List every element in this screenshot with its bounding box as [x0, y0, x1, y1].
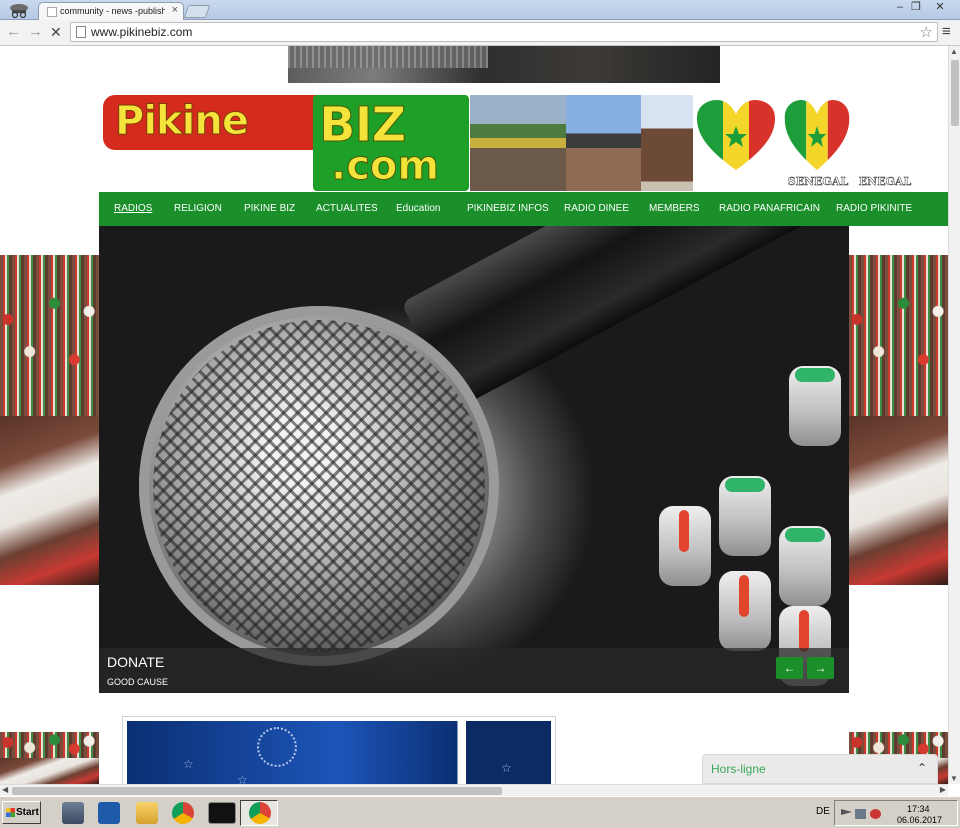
scroll-up-icon[interactable]: ▲ — [950, 47, 958, 56]
nav-item-pikine-biz[interactable]: PIKINE BIZ — [244, 203, 295, 214]
start-button[interactable]: Start — [2, 801, 41, 824]
page-icon — [76, 26, 86, 38]
heart-flag-icon — [697, 100, 775, 170]
stop-loading-button[interactable]: ✕ — [50, 24, 62, 41]
senegal-heart-flag-2: ENEGAL — [783, 98, 912, 188]
vertical-scrollbar[interactable]: ▲ ▼ — [948, 46, 960, 784]
crowd-background-right — [849, 182, 948, 585]
page-viewport: Pikine BIZ .com SENEGAL ENEGAL RADIOS RE… — [0, 46, 948, 784]
logo-pikine-block: Pikine — [103, 95, 328, 150]
nav-item-radio-dinee[interactable]: RADIO DINEE — [564, 203, 629, 214]
lower-banner-ad[interactable]: ☆ ☆ ☆ — [122, 716, 556, 784]
address-bar[interactable]: www.pikinebiz.com ☆ — [70, 22, 938, 42]
chrome-icon — [249, 802, 271, 824]
mixer-knob — [659, 506, 711, 586]
language-indicator[interactable]: DE — [816, 806, 830, 817]
browser-tab[interactable]: community - news -publishing × — [38, 2, 184, 21]
star-icon: ☆ — [501, 761, 512, 775]
logo-biz-block: BIZ .com — [313, 95, 469, 191]
scroll-down-icon[interactable]: ▼ — [950, 774, 958, 783]
star-icon: ☆ — [237, 773, 248, 784]
microphone-grille — [139, 306, 499, 666]
lower-banner-image: ☆ ☆ ☆ — [127, 721, 551, 784]
system-tray: 17:34 06.06.2017 — [834, 800, 958, 826]
slider-next-button[interactable]: → — [807, 657, 834, 679]
browser-titlebar: community - news -publishing × – ❐ ✕ — [0, 0, 960, 21]
site-header-banner: Pikine BIZ .com SENEGAL ENEGAL — [103, 95, 912, 192]
flag-label-senegal-2: ENEGAL — [858, 175, 912, 189]
bookmark-star-icon[interactable]: ☆ — [920, 23, 933, 41]
close-window-button[interactable]: ✕ — [930, 0, 950, 16]
horizontal-scrollbar[interactable]: ◀ ▶ — [0, 784, 948, 796]
command-prompt-icon[interactable] — [208, 802, 236, 824]
nav-item-actualites[interactable]: ACTUALITES — [316, 203, 378, 214]
chevron-up-icon[interactable]: ⌃ — [917, 761, 927, 775]
flag-tray-icon[interactable] — [841, 809, 852, 815]
slider-caption: DONATE GOOD CAUSE ← → — [99, 648, 849, 693]
slider-prev-button[interactable]: ← — [776, 657, 803, 679]
browser-toolbar: ← → ✕ www.pikinebiz.com ☆ ≡ — [0, 20, 960, 46]
banner-photo-market — [566, 95, 641, 191]
vertical-scroll-thumb[interactable] — [951, 60, 959, 126]
network-tray-icon[interactable] — [855, 809, 866, 819]
senegal-heart-flag: SENEGAL — [695, 98, 848, 188]
horizontal-scroll-thumb[interactable] — [12, 787, 502, 795]
back-button[interactable]: ← — [6, 23, 21, 40]
page-favicon-icon — [47, 7, 57, 17]
mixer-knob — [789, 366, 841, 446]
incognito-icon — [10, 4, 28, 19]
heart-flag-icon — [784, 100, 850, 170]
scroll-left-icon[interactable]: ◀ — [2, 785, 8, 794]
chat-status: Hors-ligne — [711, 762, 766, 776]
browser-menu-icon[interactable]: ≡ — [942, 23, 951, 40]
logo-text-com: .com — [330, 143, 440, 190]
slide-subtitle: GOOD CAUSE — [107, 677, 169, 687]
start-label: Start — [16, 807, 39, 818]
nav-item-religion[interactable]: RELIGION — [174, 203, 222, 214]
hero-slider[interactable]: DONATE GOOD CAUSE ← → — [99, 226, 849, 693]
file-explorer-icon[interactable] — [136, 802, 158, 824]
top-photo-strip — [288, 46, 720, 83]
new-tab-button[interactable] — [183, 5, 211, 18]
star-icon: ☆ — [183, 757, 194, 771]
mixer-knob — [779, 526, 831, 606]
scroll-right-icon[interactable]: ▶ — [940, 785, 946, 794]
restore-button[interactable]: ❐ — [906, 0, 926, 16]
url-text[interactable]: www.pikinebiz.com — [91, 25, 192, 39]
logo-text-pikine: Pikine — [115, 98, 250, 145]
taskbar-chrome-active[interactable] — [240, 800, 278, 826]
site-logo[interactable]: Pikine BIZ .com — [103, 95, 469, 191]
tab-close-icon[interactable]: × — [172, 4, 178, 16]
nav-item-members[interactable]: MEMBERS — [649, 203, 700, 214]
chrome-icon[interactable] — [172, 802, 194, 824]
windows-taskbar: Start DE 17:34 06.06.2017 — [0, 796, 960, 828]
tab-title: community - news -publishing — [60, 6, 165, 16]
network-icon[interactable] — [62, 802, 84, 824]
nav-item-radio-pikinite[interactable]: RADIO PIKINITE — [836, 203, 912, 214]
nav-item-pikinebiz-infos[interactable]: PIKINEBIZ INFOS — [467, 203, 549, 214]
crowd-background-left — [0, 182, 99, 585]
chat-widget[interactable]: Hors-ligne ⌃ — [702, 754, 938, 784]
mixer-knob — [719, 476, 771, 556]
crowd-background-bottom-left — [0, 721, 99, 784]
nav-item-radio-panafricain[interactable]: RADIO PANAFRICAIN — [719, 203, 820, 214]
powershell-icon[interactable] — [98, 802, 120, 824]
clock-time[interactable]: 17:34 — [907, 804, 930, 814]
ornament-icon — [257, 727, 297, 767]
banner-photo-statue — [641, 95, 693, 191]
clock-date[interactable]: 06.06.2017 — [897, 815, 942, 825]
windows-logo-icon — [6, 808, 15, 817]
slide-title[interactable]: DONATE — [107, 654, 164, 670]
banner-photo-street — [470, 95, 566, 191]
mixer-knob — [719, 571, 771, 651]
nav-item-radios[interactable]: RADIOS — [114, 203, 152, 214]
main-navigation: RADIOS RELIGION PIKINE BIZ ACTUALITES Ed… — [99, 192, 948, 226]
forward-button[interactable]: → — [28, 23, 43, 40]
nav-item-education[interactable]: Education — [396, 203, 440, 214]
volume-muted-icon[interactable] — [870, 809, 881, 819]
